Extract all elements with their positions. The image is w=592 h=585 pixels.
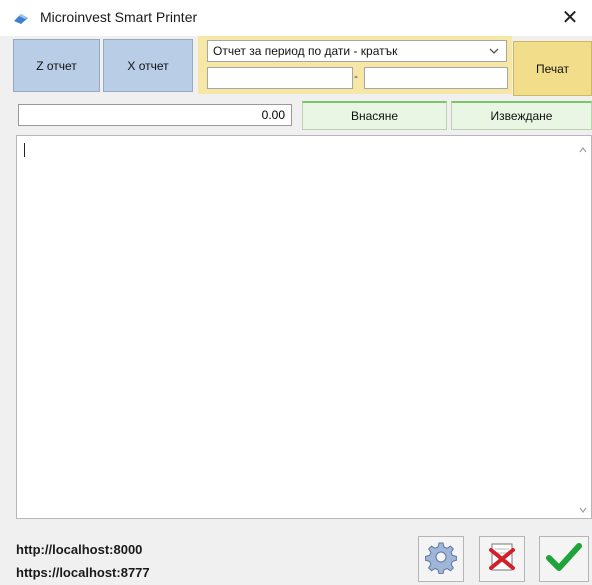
cash-deposit-button[interactable]: Внасяне xyxy=(302,101,447,130)
vertical-scrollbar[interactable] xyxy=(575,136,591,518)
report-type-select[interactable]: Отчет за период по дати - кратък xyxy=(207,40,507,62)
scroll-down-icon[interactable] xyxy=(578,502,588,513)
date-from-input[interactable] xyxy=(207,67,353,89)
z-report-button[interactable]: Z отчет xyxy=(13,39,100,92)
date-range-separator: - xyxy=(354,69,358,83)
report-type-selected: Отчет за период по дати - кратък xyxy=(213,44,398,58)
close-button[interactable]: ✕ xyxy=(556,4,584,32)
amount-input[interactable] xyxy=(18,104,292,126)
gear-icon xyxy=(424,540,458,579)
cancel-button[interactable] xyxy=(479,536,525,582)
smart-printer-window: Microinvest Smart Printer ✕ Z отчет X от… xyxy=(0,0,592,585)
title-bar: Microinvest Smart Printer ✕ xyxy=(0,0,592,36)
status-footer: http://localhost:8000 https://localhost:… xyxy=(0,522,592,585)
checkmark-icon xyxy=(545,540,583,579)
report-toolbar: Z отчет X отчет Отчет за период по дати … xyxy=(0,36,592,98)
cancel-document-icon xyxy=(485,540,519,579)
chevron-down-icon xyxy=(488,44,500,58)
x-report-button[interactable]: X отчет xyxy=(103,39,193,92)
cash-withdraw-button[interactable]: Извеждане xyxy=(451,101,592,130)
date-to-input[interactable] xyxy=(364,67,508,89)
settings-button[interactable] xyxy=(418,536,464,582)
scroll-up-icon[interactable] xyxy=(578,142,588,153)
text-caret xyxy=(24,143,25,157)
ok-button[interactable] xyxy=(539,536,589,582)
window-title: Microinvest Smart Printer xyxy=(40,9,198,25)
printer-icon xyxy=(12,11,30,25)
https-url: https://localhost:8777 xyxy=(16,565,150,580)
output-text-area[interactable] xyxy=(16,135,592,519)
http-url: http://localhost:8000 xyxy=(16,542,143,557)
print-button[interactable]: Печат xyxy=(513,41,592,96)
cash-operations-row: Внасяне Извеждане xyxy=(0,98,592,132)
